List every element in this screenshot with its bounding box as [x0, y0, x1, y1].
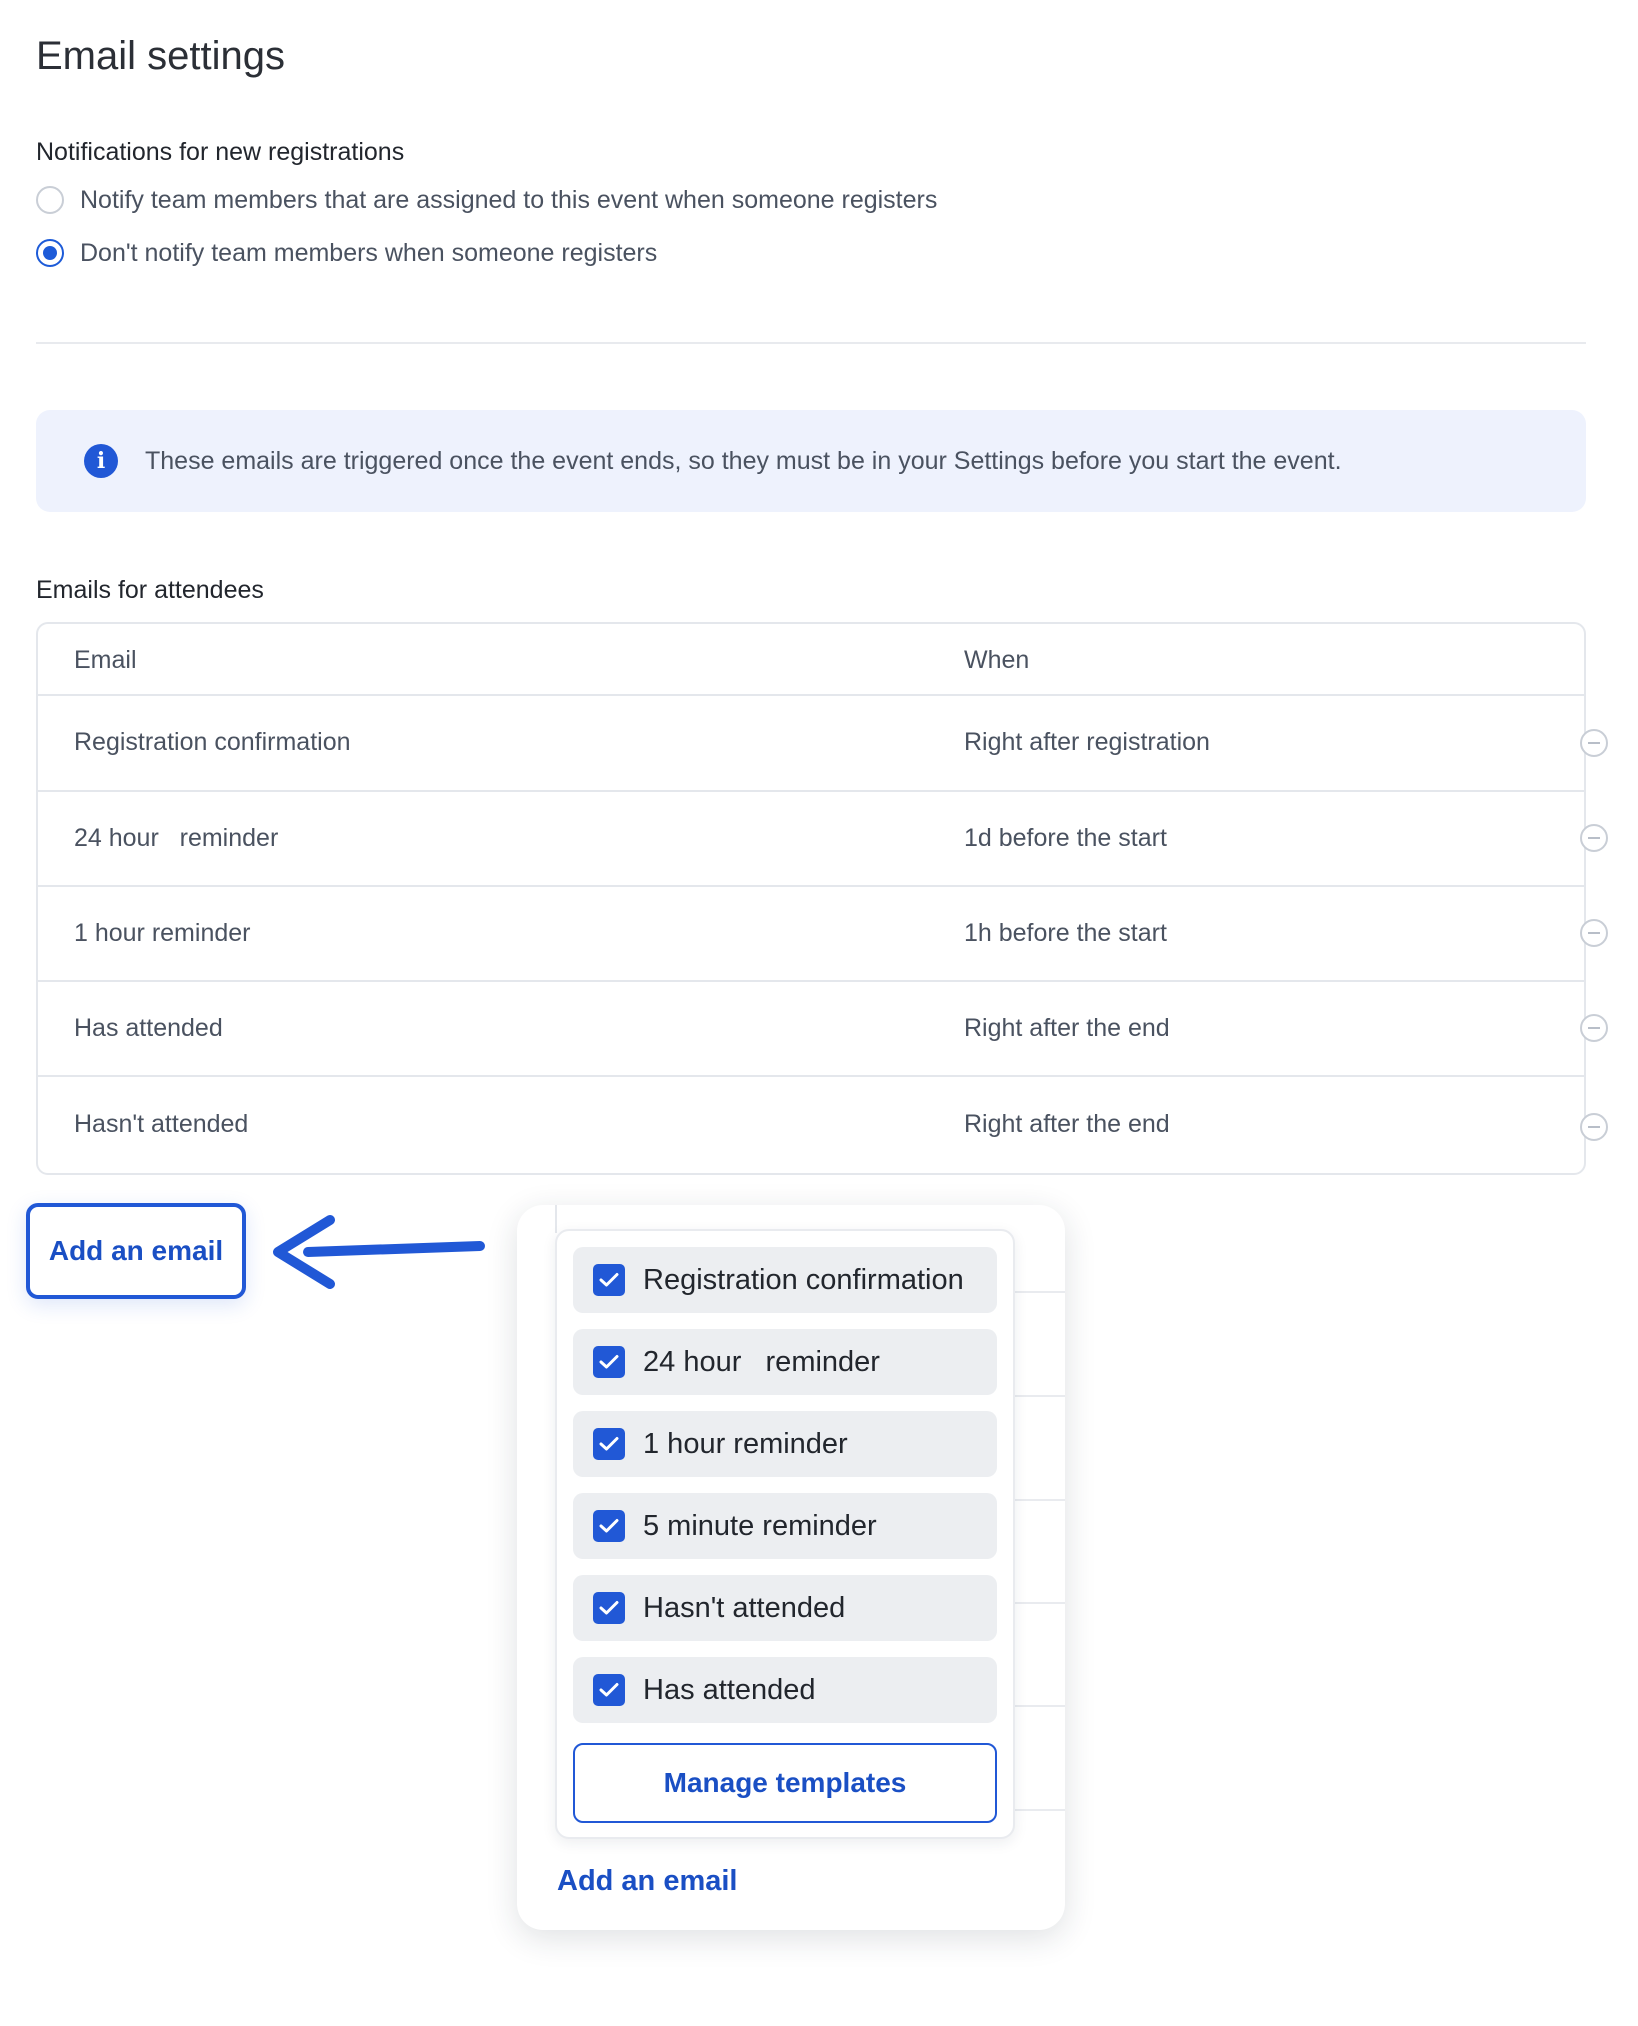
- option-label: Hasn't attended: [643, 1591, 846, 1624]
- checkbox-checked-icon[interactable]: [593, 1674, 625, 1706]
- column-header-email: Email: [74, 646, 137, 674]
- table-row: 1 hour reminder 1h before the start: [38, 887, 1608, 982]
- email-when: Right after the end: [964, 1110, 1170, 1138]
- option-5-minute-reminder[interactable]: 5 minute reminder: [573, 1493, 997, 1559]
- arrow-pointer-icon: [273, 1215, 485, 1289]
- email-when: Right after registration: [964, 728, 1210, 756]
- email-name: Hasn't attended: [74, 1110, 249, 1138]
- checkbox-checked-icon[interactable]: [593, 1346, 625, 1378]
- notifications-label: Notifications for new registrations: [36, 138, 405, 166]
- option-hasnt-attended[interactable]: Hasn't attended: [573, 1575, 997, 1641]
- email-when: 1d before the start: [964, 824, 1167, 852]
- page-title: Email settings: [36, 34, 285, 78]
- add-email-button[interactable]: Add an email: [26, 1203, 246, 1299]
- email-name: Registration confirmation: [74, 728, 351, 756]
- email-name: 24 hour reminder: [74, 824, 279, 852]
- checkbox-checked-icon[interactable]: [593, 1592, 625, 1624]
- option-label: Registration confirmation: [643, 1263, 964, 1296]
- remove-circle-icon[interactable]: [1580, 1113, 1608, 1141]
- option-label: 1 hour reminder: [643, 1427, 848, 1460]
- remove-circle-icon[interactable]: [1580, 919, 1608, 947]
- checkbox-checked-icon[interactable]: [593, 1510, 625, 1542]
- radio-label: Don't notify team members when someone r…: [80, 238, 658, 267]
- option-has-attended[interactable]: Has attended: [573, 1657, 997, 1723]
- radio-label: Notify team members that are assigned to…: [80, 185, 938, 214]
- emails-table: Email When Registration confirmation Rig…: [36, 622, 1608, 1175]
- radio-dont-notify[interactable]: Don't notify team members when someone r…: [36, 233, 657, 273]
- radio-notify-team[interactable]: Notify team members that are assigned to…: [36, 180, 937, 220]
- option-label: Has attended: [643, 1673, 816, 1706]
- option-label: 5 minute reminder: [643, 1509, 877, 1542]
- email-name: 1 hour reminder: [74, 919, 251, 947]
- template-dropdown: Registration confirmation 24 hour remind…: [555, 1229, 1015, 1839]
- column-header-when: When: [964, 646, 1030, 674]
- remove-circle-icon[interactable]: [1580, 1014, 1608, 1042]
- attendee-emails-label: Emails for attendees: [36, 576, 264, 604]
- info-banner: i These emails are triggered once the ev…: [36, 410, 1586, 512]
- email-when: 1h before the start: [964, 919, 1167, 947]
- table-row: Hasn't attended Right after the end: [38, 1077, 1608, 1173]
- divider: [36, 342, 1586, 344]
- table-row: Registration confirmation Right after re…: [38, 696, 1608, 792]
- info-text: These emails are triggered once the even…: [145, 446, 1342, 475]
- radio-button-selected[interactable]: [36, 239, 64, 267]
- option-registration-confirmation[interactable]: Registration confirmation: [573, 1247, 997, 1313]
- remove-circle-icon[interactable]: [1580, 824, 1608, 852]
- radio-button[interactable]: [36, 186, 64, 214]
- table-row: 24 hour reminder 1d before the start: [38, 792, 1608, 887]
- add-email-popup: Registration confirmation 24 hour remind…: [517, 1205, 1065, 1930]
- email-when: Right after the end: [964, 1014, 1170, 1042]
- checkbox-checked-icon[interactable]: [593, 1428, 625, 1460]
- option-1-hour-reminder[interactable]: 1 hour reminder: [573, 1411, 997, 1477]
- option-label: 24 hour reminder: [643, 1345, 880, 1378]
- info-icon: i: [84, 444, 118, 478]
- remove-circle-icon[interactable]: [1580, 729, 1608, 757]
- popup-add-email-link[interactable]: Add an email: [557, 1865, 738, 1898]
- background-line: [555, 1205, 557, 1233]
- option-24-hour-reminder[interactable]: 24 hour reminder: [573, 1329, 997, 1395]
- manage-templates-button[interactable]: Manage templates: [573, 1743, 997, 1823]
- table-header: Email When: [38, 624, 1584, 696]
- table-row: Has attended Right after the end: [38, 982, 1608, 1077]
- checkbox-checked-icon[interactable]: [593, 1264, 625, 1296]
- email-name: Has attended: [74, 1014, 223, 1042]
